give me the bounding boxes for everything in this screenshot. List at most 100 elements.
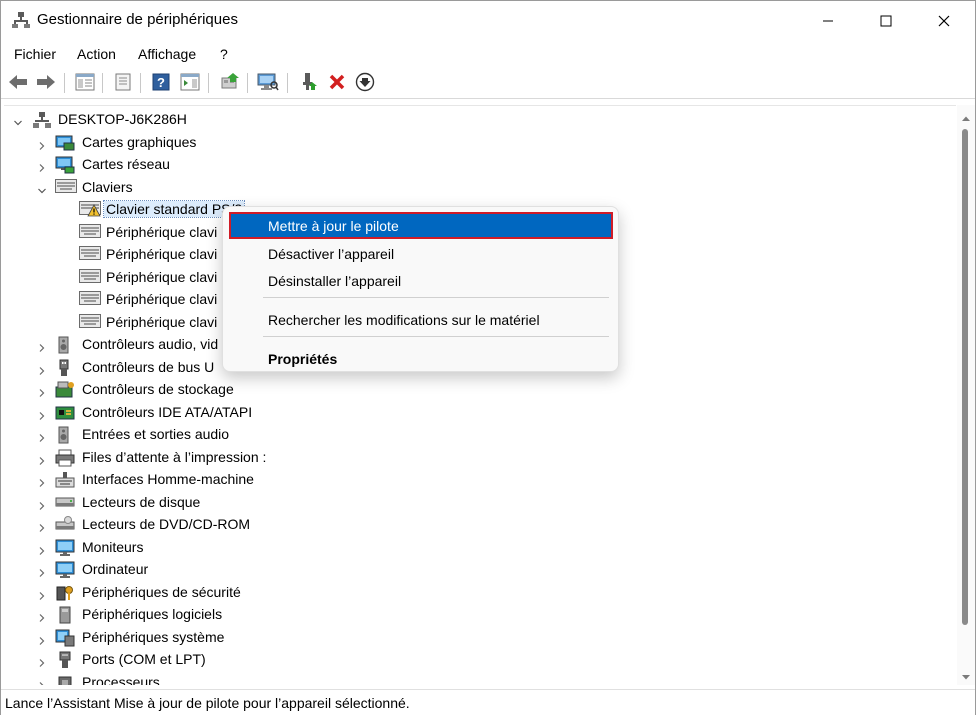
category-label: Cartes réseau bbox=[82, 156, 170, 172]
toolbar-separator bbox=[247, 73, 248, 93]
category-label: Cartes graphiques bbox=[82, 133, 197, 150]
back-icon bbox=[8, 74, 28, 93]
chevron-right-icon[interactable] bbox=[37, 610, 47, 622]
maximize-button[interactable] bbox=[857, 1, 915, 41]
keyboard-icon bbox=[79, 268, 101, 287]
show-hide-tree-icon bbox=[75, 73, 95, 94]
category-label: Files d’attente à l’impression : bbox=[82, 448, 267, 465]
menu-item-update-driver[interactable]: Mettre à jour le pilote bbox=[268, 218, 399, 234]
tree-category-item[interactable]: Cartes réseau bbox=[4, 154, 564, 176]
tree-category-item[interactable]: Lecteurs de disque bbox=[4, 492, 564, 514]
context-menu-separator bbox=[263, 297, 609, 298]
properties-icon bbox=[114, 73, 132, 94]
chevron-right-icon[interactable] bbox=[37, 543, 47, 555]
chevron-right-icon[interactable] bbox=[37, 453, 47, 465]
chevron-right-icon[interactable] bbox=[37, 430, 47, 442]
tree-category-item[interactable]: Claviers bbox=[4, 177, 564, 199]
hid-icon bbox=[55, 471, 75, 489]
toolbar-separator bbox=[64, 73, 65, 93]
tree-root[interactable]: DESKTOP-J6K286H bbox=[4, 109, 304, 131]
security-device-icon bbox=[55, 584, 75, 602]
dvd-drive-icon bbox=[55, 516, 75, 534]
category-label: Entrées et sorties audio bbox=[82, 426, 230, 442]
monitor-icon bbox=[55, 539, 75, 557]
svg-text:?: ? bbox=[157, 75, 165, 90]
scroll-down-icon[interactable] bbox=[961, 669, 971, 680]
close-icon bbox=[938, 15, 950, 27]
chevron-down-icon[interactable] bbox=[13, 115, 23, 126]
chevron-right-icon[interactable] bbox=[37, 498, 47, 510]
menu-item-properties[interactable]: Propriétés bbox=[268, 351, 337, 367]
tree-category-item[interactable]: Ordinateur bbox=[4, 559, 564, 581]
show-hide-tree-button[interactable] bbox=[74, 72, 96, 94]
tree-category-item[interactable]: Contrôleurs de stockage bbox=[4, 379, 564, 401]
chevron-right-icon[interactable] bbox=[37, 138, 47, 150]
tree-category-item[interactable]: Moniteurs bbox=[4, 537, 564, 559]
network-adapter-icon bbox=[55, 156, 75, 174]
scroll-up-icon[interactable] bbox=[961, 111, 971, 121]
close-button[interactable] bbox=[915, 1, 973, 41]
device-label: Périphérique clavi bbox=[106, 246, 218, 262]
menu-item-scan-hardware[interactable]: Rechercher les modifications sur le maté… bbox=[268, 312, 540, 328]
chevron-right-icon[interactable] bbox=[37, 363, 47, 375]
chevron-down-icon[interactable] bbox=[37, 183, 47, 193]
action-pane-button[interactable] bbox=[179, 72, 201, 94]
menu-action[interactable]: Action bbox=[77, 46, 116, 62]
keyboard-warning-icon bbox=[79, 201, 101, 219]
disable-device-button[interactable] bbox=[354, 72, 376, 94]
chevron-right-icon[interactable] bbox=[37, 565, 47, 577]
help-button[interactable]: ? bbox=[150, 72, 172, 94]
chevron-right-icon[interactable] bbox=[37, 385, 47, 397]
chevron-right-icon[interactable] bbox=[37, 520, 47, 532]
category-label: Claviers bbox=[82, 178, 133, 195]
properties-button[interactable] bbox=[112, 72, 134, 94]
chevron-right-icon[interactable] bbox=[37, 408, 47, 420]
back-button[interactable] bbox=[7, 72, 29, 94]
disable-device-icon bbox=[355, 72, 375, 95]
tree-category-item[interactable]: Ports (COM et LPT) bbox=[4, 649, 564, 671]
toolbar-separator bbox=[208, 73, 209, 93]
uninstall-device-button[interactable] bbox=[326, 72, 348, 94]
tree-category-item[interactable]: Périphériques logiciels bbox=[4, 604, 564, 626]
minimize-button[interactable] bbox=[799, 1, 857, 41]
chevron-right-icon[interactable] bbox=[37, 340, 47, 352]
toolbar-separator bbox=[140, 73, 141, 93]
category-label: Lecteurs de disque bbox=[82, 493, 201, 510]
tree-category-item[interactable]: Processeurs bbox=[4, 672, 564, 685]
menu-help[interactable]: ? bbox=[220, 46, 228, 62]
tree-category-item[interactable]: Entrées et sorties audio bbox=[4, 424, 564, 446]
category-label: Ordinateur bbox=[82, 561, 149, 577]
chevron-right-icon[interactable] bbox=[37, 475, 47, 487]
forward-button[interactable] bbox=[35, 72, 57, 94]
title-bar[interactable]: Gestionnaire de périphériques bbox=[1, 1, 975, 41]
tree-category-item[interactable]: Périphériques système bbox=[4, 627, 564, 649]
tree-category-item[interactable]: Interfaces Homme-machine bbox=[4, 469, 564, 491]
tree-category-item[interactable]: Lecteurs de DVD/CD-ROM bbox=[4, 514, 564, 536]
device-label: Périphérique clavi bbox=[106, 268, 218, 285]
scan-hardware-button[interactable] bbox=[257, 72, 279, 94]
enable-device-button[interactable] bbox=[298, 72, 320, 94]
menu-item-uninstall-device[interactable]: Désinstaller l’appareil bbox=[268, 273, 401, 289]
enable-device-icon bbox=[300, 72, 318, 95]
processor-icon bbox=[55, 674, 75, 685]
scroll-thumb[interactable] bbox=[962, 129, 968, 625]
menu-item-disable-device[interactable]: Désactiver l’appareil bbox=[268, 246, 394, 262]
chevron-right-icon[interactable] bbox=[37, 160, 47, 172]
tree-category-item[interactable]: Contrôleurs IDE ATA/ATAPI bbox=[4, 402, 564, 424]
menu-fichier[interactable]: Fichier bbox=[14, 46, 56, 62]
device-manager-icon bbox=[12, 11, 30, 29]
device-label: Périphérique clavi bbox=[106, 223, 218, 240]
chevron-right-icon[interactable] bbox=[37, 588, 47, 600]
tree-category-item[interactable]: Files d’attente à l’impression : bbox=[4, 447, 564, 469]
device-tree[interactable]: DESKTOP-J6K286H Cartes graphiques Cartes … bbox=[4, 105, 956, 685]
chevron-right-icon[interactable] bbox=[37, 633, 47, 645]
chevron-right-icon[interactable] bbox=[37, 655, 47, 667]
tree-category-item[interactable]: Cartes graphiques bbox=[4, 132, 564, 154]
root-label: DESKTOP-J6K286H bbox=[58, 111, 187, 127]
vertical-scrollbar[interactable] bbox=[957, 105, 975, 685]
menu-affichage[interactable]: Affichage bbox=[138, 46, 196, 62]
tree-category-item[interactable]: Périphériques de sécurité bbox=[4, 582, 564, 604]
ide-controller-icon bbox=[55, 404, 75, 422]
chevron-right-icon[interactable] bbox=[37, 678, 47, 685]
update-driver-button[interactable] bbox=[219, 72, 241, 94]
